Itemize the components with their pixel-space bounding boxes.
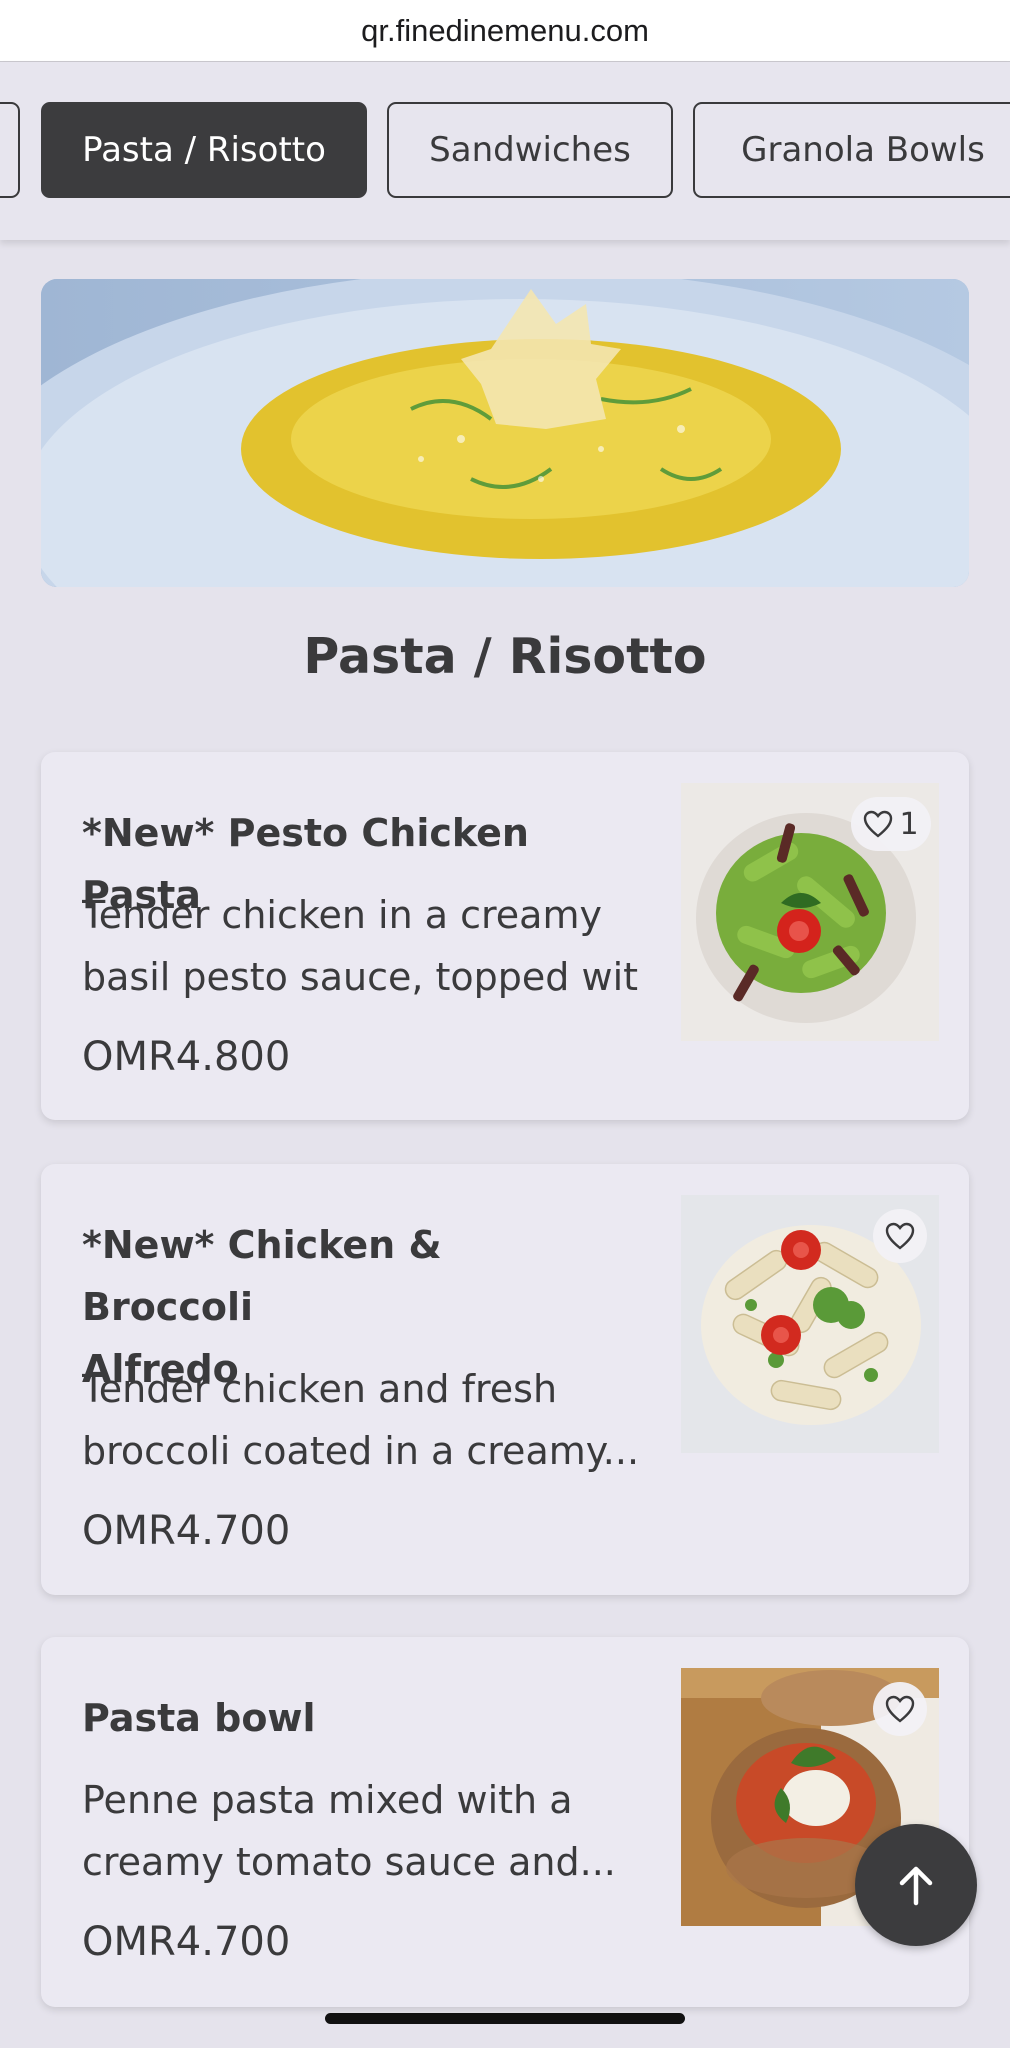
item-image[interactable] — [681, 1195, 939, 1453]
tab-label: Pasta / Risotto — [82, 130, 326, 170]
arrow-up-icon — [899, 1866, 933, 1906]
like-button[interactable]: 1 — [851, 797, 931, 851]
item-price: OMR4.700 — [82, 1919, 291, 1965]
item-name: Pasta bowl — [82, 1696, 316, 1740]
tab-label: Granola Bowls — [741, 130, 985, 170]
home-indicator — [325, 2013, 685, 2024]
section-title: Pasta / Risotto — [303, 628, 707, 685]
item-description: Penne pasta mixed with a creamy tomato s… — [82, 1778, 616, 1884]
risotto-photo — [41, 279, 969, 587]
like-button[interactable] — [873, 1682, 927, 1736]
tab-granola-bowls[interactable]: Granola Bowls — [693, 102, 1010, 198]
item-price: OMR4.800 — [82, 1034, 291, 1080]
item-price: OMR4.700 — [82, 1508, 291, 1554]
menu-item-card[interactable]: *New* Chicken & Broccoli Alfredo Tender … — [41, 1164, 969, 1595]
like-button[interactable] — [873, 1209, 927, 1263]
menu-item-card[interactable]: *New* Pesto Chicken Pasta Tender chicken… — [41, 752, 969, 1120]
item-description: Tender chicken in a creamy basil pesto s… — [82, 893, 642, 999]
tab-previous-category[interactable] — [0, 102, 20, 198]
heart-outline-icon — [864, 810, 893, 838]
scroll-to-top-button[interactable] — [855, 1824, 977, 1946]
item-image[interactable]: 1 — [681, 783, 939, 1041]
menu-item-card[interactable]: Pasta bowl Penne pasta mixed with a crea… — [41, 1637, 969, 2007]
like-count: 1 — [899, 806, 919, 842]
heart-outline-icon — [885, 1222, 915, 1250]
category-hero-image — [41, 279, 969, 587]
category-tabs: Pasta / Risotto Sandwiches Granola Bowls — [0, 62, 1010, 240]
item-description: Tender chicken and fresh broccoli coated… — [82, 1367, 640, 1473]
url-text: qr.finedinemenu.com — [361, 12, 649, 48]
heart-outline-icon — [885, 1695, 915, 1723]
tab-label: Sandwiches — [429, 130, 631, 170]
tab-sandwiches[interactable]: Sandwiches — [387, 102, 673, 198]
browser-url-bar[interactable]: qr.finedinemenu.com — [0, 0, 1010, 62]
tab-pasta-risotto[interactable]: Pasta / Risotto — [41, 102, 367, 198]
